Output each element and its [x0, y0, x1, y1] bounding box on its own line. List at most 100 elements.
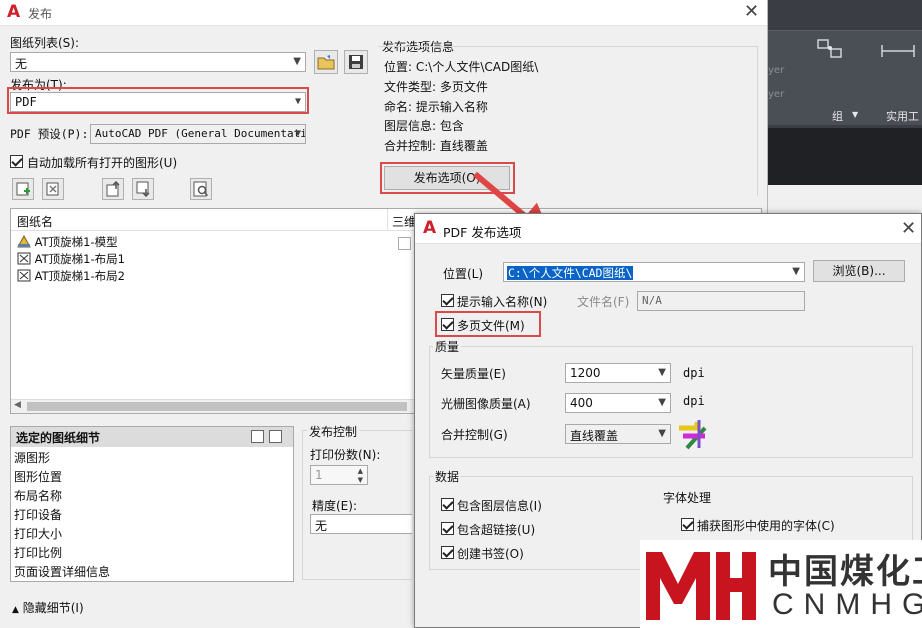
details-refresh-icon[interactable]	[269, 430, 282, 443]
detail-item: 图形位置	[14, 470, 63, 484]
detail-item: 打印大小	[14, 527, 63, 541]
add-sheets-button[interactable]	[12, 178, 34, 200]
scroll-left-icon[interactable]: ◀	[14, 400, 21, 410]
pdf-preset-select[interactable]: AutoCAD PDF (General Documentatio ▼	[90, 124, 306, 144]
move-down-button[interactable]	[132, 178, 154, 200]
layout-sheet-icon	[17, 269, 31, 282]
preview-button[interactable]	[190, 178, 212, 200]
quality-group-label: 质量	[433, 338, 462, 355]
detail-item: 源图形	[14, 451, 51, 465]
include-layers-checkbox[interactable]	[441, 498, 454, 511]
close-icon[interactable]: ✕	[744, 1, 759, 22]
chevron-down-icon: ▼	[658, 367, 666, 378]
info-filetype: 文件类型: 多页文件	[384, 80, 488, 94]
save-disk-icon	[349, 55, 363, 69]
autocad-logo-icon: A	[7, 2, 21, 22]
highlight-multipage	[435, 311, 541, 337]
sheet-name: AT顶旋梯1-布局2	[34, 269, 125, 283]
sheet-details-panel: 选定的图纸细节 源图形 图形位置 布局名称 打印设备 打印大小 打印比例 页面设…	[10, 426, 294, 582]
3d-dwf-checkbox[interactable]	[398, 237, 411, 250]
ribbon-tab-utilities[interactable]: 实用工	[886, 108, 919, 124]
pdf-location-label: 位置(L)	[443, 267, 484, 281]
sheet-row[interactable]: AT顶旋梯1-布局1	[17, 251, 125, 268]
close-icon[interactable]: ✕	[901, 218, 916, 239]
data-group-label: 数据	[433, 468, 462, 485]
raster-quality-select[interactable]: 400 ▼	[565, 393, 671, 413]
publish-control-title: 发布控制	[307, 423, 360, 440]
create-bookmarks-checkbox[interactable]	[441, 546, 454, 559]
info-location: 位置: C:\个人文件\CAD图纸\	[384, 60, 539, 74]
move-up-icon	[106, 181, 120, 197]
browse-button[interactable]: 浏览(B)...	[813, 260, 905, 282]
mh-logo-icon	[646, 552, 756, 620]
cad-background: yer yer 组 ▼ 实用工	[768, 0, 922, 185]
column-header-3d[interactable]: 三维	[392, 213, 416, 230]
sheet-name: AT顶旋梯1-模型	[34, 235, 118, 249]
magnifier-icon	[193, 181, 209, 197]
vector-quality-select[interactable]: 1200 ▼	[565, 363, 671, 383]
info-layers: 图层信息: 包含	[384, 119, 464, 133]
sheet-list-select[interactable]: 无 ▼	[10, 52, 306, 72]
merge-overlay-icon	[679, 420, 707, 450]
copies-value: 1	[315, 468, 323, 482]
prompt-name-label: 提示输入名称(N)	[457, 295, 548, 309]
sheet-row[interactable]: AT顶旋梯1-布局2	[17, 268, 125, 285]
pdf-preset-value: AutoCAD PDF (General Documentatio	[95, 127, 306, 140]
layout-sheet-icon	[17, 252, 31, 265]
auto-load-checkbox[interactable]	[10, 155, 23, 168]
remove-sheet-icon	[46, 182, 59, 196]
remove-sheets-button[interactable]	[42, 178, 64, 200]
merge-control-select[interactable]: 直线覆盖 ▼	[565, 424, 671, 444]
move-up-button[interactable]	[102, 178, 124, 200]
drawing-area	[768, 128, 922, 185]
precision-label: 精度(E):	[312, 499, 357, 513]
details-view-icon[interactable]	[251, 430, 264, 443]
pdf-location-value: C:\个人文件\CAD图纸\	[507, 266, 634, 280]
publish-title: 发布	[28, 7, 53, 21]
chevron-down-icon: ▼	[792, 266, 800, 277]
precision-select[interactable]: 无	[310, 514, 412, 534]
raster-quality-label: 光栅图像质量(A)	[441, 397, 531, 411]
layer-combo-faded-1: yer	[768, 65, 785, 76]
details-title: 选定的图纸细节	[16, 431, 101, 445]
chevron-down-icon: ▼	[852, 110, 859, 119]
folder-open-icon	[317, 55, 335, 70]
capture-fonts-label: 捕获图形中使用的字体(C)	[697, 519, 835, 533]
detail-item: 页面设置详细信息	[14, 565, 111, 579]
save-sheet-list-button[interactable]	[344, 50, 368, 74]
pdf-location-select[interactable]: C:\个人文件\CAD图纸\ ▼	[503, 262, 805, 282]
pdf-options-title: PDF 发布选项	[443, 225, 522, 240]
publish-titlebar: A 发布 ✕	[0, 0, 767, 26]
sheet-row[interactable]: AT顶旋梯1-模型	[17, 234, 118, 251]
measure-icon	[881, 45, 915, 57]
pdf-preset-label: PDF 预设(P):	[10, 127, 89, 141]
filename-value: N/A	[642, 294, 662, 307]
font-handling-label: 字体处理	[663, 491, 712, 505]
hide-details-text: 隐藏细节(I)	[22, 601, 84, 615]
include-layers-label: 包含图层信息(I)	[457, 499, 542, 513]
triangle-up-icon: ▲	[12, 605, 19, 615]
filename-label: 文件名(F)	[577, 295, 630, 309]
load-sheet-list-button[interactable]	[314, 50, 338, 74]
chevron-down-icon: ▼	[658, 428, 666, 439]
scrollbar-thumb[interactable]	[27, 402, 407, 411]
copies-spinner[interactable]: 1 ▲ ▼	[310, 465, 368, 485]
column-header-sheet-name[interactable]: 图纸名	[17, 213, 53, 230]
copies-label: 打印份数(N):	[310, 448, 381, 462]
add-sheet-icon	[16, 182, 30, 196]
prompt-name-checkbox[interactable]	[441, 294, 454, 307]
model-sheet-icon	[17, 234, 31, 248]
sheet-list-label: 图纸列表(S):	[10, 36, 80, 50]
pdf-options-titlebar: A PDF 发布选项 ✕	[415, 214, 921, 244]
include-hyperlinks-checkbox[interactable]	[441, 522, 454, 535]
hide-details-link[interactable]: ▲ 隐藏细节(I)	[12, 599, 84, 616]
raster-quality-value: 400	[570, 396, 593, 410]
detail-item: 布局名称	[14, 489, 63, 503]
sheet-name: AT顶旋梯1-布局1	[34, 252, 125, 266]
capture-fonts-checkbox[interactable]	[681, 518, 694, 531]
spinner-arrows-icon[interactable]: ▲ ▼	[358, 467, 363, 484]
vector-quality-value: 1200	[570, 366, 601, 380]
highlight-publish-to	[7, 87, 309, 114]
ribbon-tab-group[interactable]: 组	[832, 108, 843, 124]
chevron-down-icon: ▼	[658, 397, 666, 408]
